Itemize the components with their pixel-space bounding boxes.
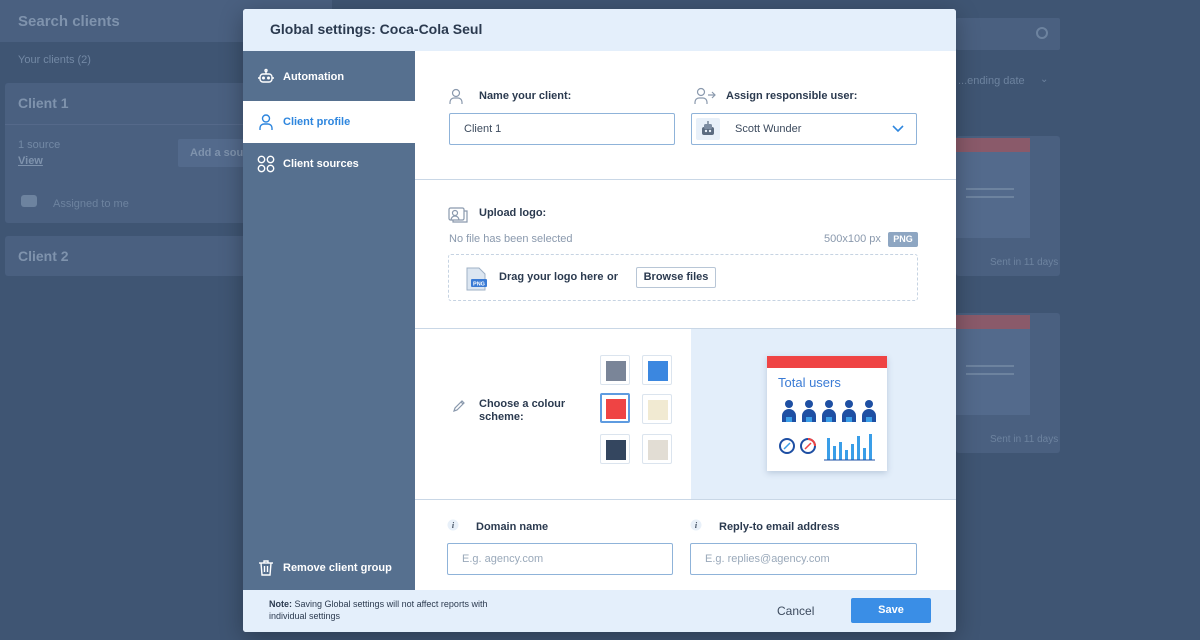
- swatch-fill: [648, 400, 668, 420]
- sort-label[interactable]: ...ending date: [958, 75, 1025, 87]
- thumbnail-header: [956, 315, 1030, 329]
- client-card-title: Client 2: [18, 248, 69, 264]
- sent-label: Sent in 11 days: [990, 434, 1059, 445]
- avatar: [696, 118, 720, 140]
- colour-preview-panel: Total users: [691, 329, 956, 499]
- sidebar-item-label: Client sources: [283, 158, 359, 170]
- domain-name-label: Domain name: [476, 521, 549, 533]
- global-settings-modal: Global settings: Coca-Cola Seul Automati…: [243, 9, 956, 632]
- client-source-count: 1 source: [18, 139, 61, 151]
- user-icon: [449, 88, 463, 104]
- swatch-fill: [606, 440, 626, 460]
- sidebar-item-label: Remove client group: [283, 562, 392, 574]
- divider: [415, 179, 956, 180]
- image-upload-icon: [448, 207, 468, 223]
- modal-title: Global settings: Coca-Cola Seul: [243, 9, 956, 51]
- selected-user: Scott Wunder: [735, 123, 802, 135]
- sidebar-item-client-profile[interactable]: Client profile: [243, 101, 415, 143]
- colour-swatch-grey[interactable]: [600, 355, 630, 385]
- png-file-icon: PNG: [466, 267, 487, 291]
- preview-charts-illustration: [779, 434, 875, 461]
- remove-client-group-button[interactable]: Remove client group: [243, 547, 415, 589]
- info-icon[interactable]: i: [690, 519, 702, 531]
- thumbnail-lines: [966, 365, 1014, 367]
- reply-to-label: Reply-to email address: [719, 521, 840, 533]
- divider: [415, 499, 956, 500]
- reply-to-input[interactable]: E.g. replies@agency.com: [690, 543, 917, 575]
- or-text: or: [607, 271, 618, 283]
- client-card-title: Client 1: [18, 95, 69, 111]
- robot-icon: [258, 68, 274, 83]
- format-badge: PNG: [888, 232, 918, 247]
- responsible-user-label: Assign responsible user:: [726, 90, 858, 102]
- sidebar-item-label: Client profile: [283, 116, 351, 128]
- report-card[interactable]: Sent in 11 days: [956, 136, 1060, 276]
- note-prefix: Note:: [269, 599, 292, 609]
- sidebar-item-client-sources[interactable]: Client sources: [243, 143, 415, 185]
- report-preview-card: Total users: [767, 356, 887, 471]
- background-search-box[interactable]: [956, 18, 1060, 50]
- save-button[interactable]: Save: [851, 598, 931, 623]
- chevron-down-icon[interactable]: ⌄: [1040, 74, 1048, 85]
- file-status: No file has been selected: [449, 233, 573, 245]
- swatch-fill: [606, 361, 626, 381]
- your-clients-label: Your clients (2): [18, 54, 91, 66]
- sources-icon: [257, 155, 275, 173]
- assigned-label: Assigned to me: [53, 198, 129, 210]
- sidebar-item-label: Automation: [283, 71, 345, 83]
- info-icon[interactable]: i: [447, 519, 459, 531]
- robot-icon: [21, 195, 37, 207]
- assign-user-icon: [694, 87, 716, 104]
- report-card[interactable]: Sent in 11 days: [956, 313, 1060, 453]
- chevron-down-icon: [892, 125, 904, 133]
- user-icon: [259, 114, 273, 130]
- report-thumbnail: [956, 315, 1030, 415]
- sidebar-item-automation[interactable]: Automation: [243, 56, 415, 98]
- view-link[interactable]: View: [18, 155, 43, 167]
- footer-note: Note: Saving Global settings will not af…: [269, 598, 509, 622]
- sent-label: Sent in 11 days: [990, 257, 1059, 268]
- preview-header-bar: [767, 356, 887, 368]
- search-icon: [1036, 27, 1048, 39]
- thumbnail-lines: [966, 188, 1014, 190]
- logo-dropzone[interactable]: PNG Drag your logo here or Browse files: [448, 254, 918, 301]
- colour-swatch-navy[interactable]: [600, 434, 630, 464]
- domain-name-input[interactable]: E.g. agency.com: [447, 543, 673, 575]
- robot-avatar-icon: [702, 121, 714, 135]
- thumbnail-header: [956, 138, 1030, 152]
- modal-footer: Note: Saving Global settings will not af…: [243, 590, 956, 632]
- logo-dimensions: 500x100 px: [824, 233, 881, 245]
- users-illustration: [782, 400, 876, 422]
- upload-logo-label: Upload logo:: [479, 207, 547, 219]
- colour-swatch-blue[interactable]: [642, 355, 672, 385]
- colour-scheme-label: Choose a colour scheme:: [479, 398, 566, 423]
- pencil-icon: [453, 400, 465, 412]
- swatch-fill: [648, 361, 668, 381]
- colour-swatch-red[interactable]: [600, 393, 630, 423]
- client-profile-panel: Name your client: Client 1 Assign respon…: [415, 51, 956, 590]
- swatch-fill: [606, 399, 626, 419]
- trash-icon: [259, 560, 273, 576]
- preview-title: Total users: [778, 375, 841, 390]
- responsible-user-select[interactable]: Scott Wunder: [691, 113, 917, 145]
- report-thumbnail: [956, 138, 1030, 238]
- settings-sidebar: Automation Client profile Client sources: [243, 51, 415, 590]
- colour-swatch-beige[interactable]: [642, 434, 672, 464]
- cancel-button[interactable]: Cancel: [777, 604, 814, 618]
- client-name-label: Name your client:: [479, 90, 572, 102]
- png-file-badge: PNG: [473, 282, 485, 288]
- note-text: Saving Global settings will not affect r…: [269, 599, 488, 621]
- colour-swatch-cream[interactable]: [642, 394, 672, 424]
- drag-logo-text: Drag your logo here: [499, 271, 604, 283]
- browse-files-button[interactable]: Browse files: [636, 267, 716, 288]
- swatch-fill: [648, 440, 668, 460]
- client-name-input[interactable]: Client 1: [449, 113, 675, 145]
